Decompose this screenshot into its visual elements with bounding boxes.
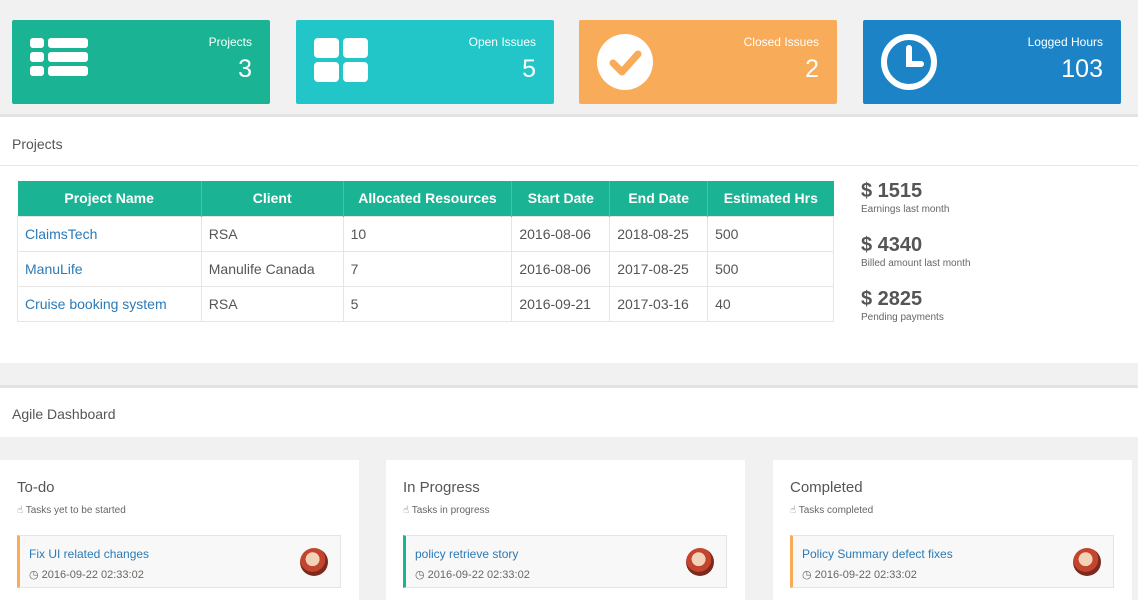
task-date: ◷ 2016-09-22 02:33:02 [415,568,530,581]
billed-amount-value: $ 4340 [861,234,923,256]
todo-column: To-do ☝ Tasks yet to be started Fix UI r… [0,460,359,600]
task-card[interactable]: Fix UI related changes ◷ 2016-09-22 02:3… [17,535,341,588]
stat-label: Closed Issues [743,35,819,49]
cell-estimated-hrs: 500 [707,250,834,287]
stat-value: 3 [238,55,252,83]
pending-payments-label: Pending payments [861,312,944,323]
cell-start-date: 2016-08-06 [511,215,611,252]
cell-end-date: 2017-08-25 [609,250,709,287]
completed-column: Completed ☝ Tasks completed Policy Summa… [773,460,1132,600]
billed-amount-label: Billed amount last month [861,258,971,269]
cell-resources: 7 [342,250,513,287]
agile-dashboard-header: Agile Dashboard [0,385,1138,437]
cell-start-date: 2016-08-06 [511,250,611,287]
col-start-date[interactable]: Start Date [511,181,611,216]
col-project-name[interactable]: Project Name [17,181,202,216]
hand-pointer-icon: ☝ [403,505,410,516]
cell-resources: 5 [342,285,513,322]
task-date-text: 2016-09-22 02:33:02 [814,569,917,581]
stat-card-closed-issues[interactable]: Closed Issues 2 [579,20,837,104]
divider [0,165,1138,166]
stat-label: Open Issues [468,35,536,49]
cell-end-date: 2017-03-16 [609,285,709,322]
cell-end-date: 2018-08-25 [609,215,709,252]
pending-payments: $ 2825 Pending payments [861,288,944,323]
column-subtitle-text: Tasks completed [798,505,874,516]
col-end-date[interactable]: End Date [609,181,709,216]
column-subtitle: ☝ Tasks in progress [403,505,490,516]
pending-payments-value: $ 2825 [861,288,923,310]
stat-card-logged-hours[interactable]: Logged Hours 103 [863,20,1121,104]
stat-card-open-issues[interactable]: Open Issues 5 [296,20,554,104]
table-row: ClaimsTech RSA 10 2016-08-06 2018-08-25 … [17,215,834,252]
avatar [300,548,328,576]
col-estimated-hrs[interactable]: Estimated Hrs [707,181,834,216]
column-subtitle-text: Tasks in progress [411,505,490,516]
cell-estimated-hrs: 40 [707,285,834,322]
column-subtitle: ☝ Tasks yet to be started [17,505,126,516]
clock-icon [881,34,937,90]
task-card[interactable]: policy retrieve story ◷ 2016-09-22 02:33… [403,535,727,588]
column-subtitle: ☝ Tasks completed [790,505,873,516]
projects-table: Project Name Client Allocated Resources … [17,181,834,322]
project-link[interactable]: ManuLife [25,261,83,277]
task-date-text: 2016-09-22 02:33:02 [427,569,530,581]
grid-icon [314,38,368,82]
stat-label: Projects [208,35,252,49]
projects-panel: Projects Project Name Client Allocated R… [0,114,1138,363]
project-link[interactable]: Cruise booking system [25,296,167,312]
hand-pointer-icon: ☝ [17,505,24,516]
avatar [686,548,714,576]
earnings-amount: $ 1515 [861,180,923,202]
column-subtitle-text: Tasks yet to be started [25,505,126,516]
table-header-row: Project Name Client Allocated Resources … [17,181,834,216]
panel-title: Projects [12,136,63,152]
billed-amount: $ 4340 Billed amount last month [861,234,971,269]
task-card[interactable]: Policy Summary defect fixes ◷ 2016-09-22… [790,535,1114,588]
stat-value: 2 [805,55,819,83]
table-row: Cruise booking system RSA 5 2016-09-21 2… [17,285,834,322]
col-allocated-resources[interactable]: Allocated Resources [343,181,513,216]
panel-title: Agile Dashboard [12,406,116,422]
task-title[interactable]: Fix UI related changes [29,547,149,561]
stat-label: Logged Hours [1027,35,1103,49]
cell-client: RSA [200,285,344,322]
column-title: In Progress [403,479,480,496]
check-circle-icon [597,34,653,90]
task-date: ◷ 2016-09-22 02:33:02 [29,568,144,581]
cell-resources: 10 [342,215,513,252]
task-title[interactable]: Policy Summary defect fixes [802,547,953,561]
project-link[interactable]: ClaimsTech [25,226,97,242]
in-progress-column: In Progress ☝ Tasks in progress policy r… [386,460,745,600]
earnings-label: Earnings last month [861,204,950,215]
task-date: ◷ 2016-09-22 02:33:02 [802,568,917,581]
clock-icon: ◷ [802,569,812,581]
earnings-last-month: $ 1515 Earnings last month [861,180,949,215]
col-client[interactable]: Client [201,181,344,216]
clock-icon: ◷ [415,569,425,581]
stat-value: 5 [522,55,536,83]
list-icon [30,38,88,76]
stat-value: 103 [1061,55,1103,83]
column-title: Completed [790,479,863,496]
cell-estimated-hrs: 500 [707,215,834,252]
cell-start-date: 2016-09-21 [511,285,611,322]
task-date-text: 2016-09-22 02:33:02 [41,569,144,581]
hand-pointer-icon: ☝ [790,505,797,516]
cell-client: Manulife Canada [200,250,344,287]
clock-icon: ◷ [29,569,39,581]
task-title[interactable]: policy retrieve story [415,547,518,561]
avatar [1073,548,1101,576]
column-title: To-do [17,479,55,496]
cell-client: RSA [200,215,344,252]
stat-card-projects[interactable]: Projects 3 [12,20,270,104]
table-row: ManuLife Manulife Canada 7 2016-08-06 20… [17,250,834,287]
